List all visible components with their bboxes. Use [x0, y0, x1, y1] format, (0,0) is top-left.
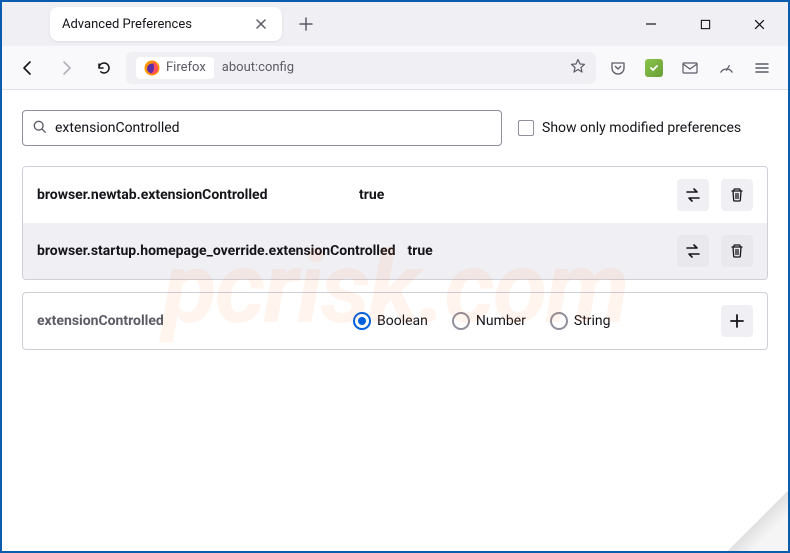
search-input[interactable]: [55, 120, 491, 136]
search-row: Show only modified preferences: [22, 110, 768, 146]
bookmark-star-icon[interactable]: [570, 58, 586, 78]
pref-name: browser.startup.homepage_override.extens…: [37, 243, 395, 259]
pref-value: true: [359, 187, 665, 203]
radio-string[interactable]: String: [550, 312, 611, 330]
browser-tab[interactable]: Advanced Preferences: [50, 7, 282, 41]
extension-icon[interactable]: [638, 52, 670, 84]
minimize-button[interactable]: [628, 8, 674, 40]
page-curl: [728, 491, 788, 551]
pref-value: true: [407, 243, 665, 259]
new-tab-button[interactable]: [292, 10, 320, 38]
add-pref-name: extensionControlled: [37, 313, 337, 329]
content-area: Show only modified preferences browser.n…: [2, 90, 788, 370]
pref-row[interactable]: browser.startup.homepage_override.extens…: [23, 223, 767, 279]
close-tab-icon[interactable]: [252, 15, 270, 33]
identity-box[interactable]: Firefox: [136, 57, 214, 79]
radio-label: Number: [476, 313, 526, 329]
delete-button[interactable]: [721, 179, 753, 211]
pocket-icon[interactable]: [602, 52, 634, 84]
close-window-button[interactable]: [736, 8, 782, 40]
checkbox-icon: [518, 120, 534, 136]
radio-boolean[interactable]: Boolean: [353, 312, 428, 330]
checkbox-label: Show only modified preferences: [542, 120, 741, 136]
radio-icon: [353, 312, 371, 330]
forward-button[interactable]: [50, 52, 82, 84]
toggle-button[interactable]: [677, 179, 709, 211]
prefs-table: browser.newtab.extensionControlled true …: [22, 166, 768, 280]
add-button[interactable]: [721, 305, 753, 337]
search-box[interactable]: [22, 110, 502, 146]
titlebar: Advanced Preferences: [2, 2, 788, 46]
modified-only-checkbox[interactable]: Show only modified preferences: [518, 120, 741, 136]
identity-label: Firefox: [166, 60, 206, 75]
add-pref-row: extensionControlled Boolean Number Strin…: [23, 293, 767, 349]
search-icon: [33, 119, 47, 138]
radio-number[interactable]: Number: [452, 312, 526, 330]
radio-icon: [550, 312, 568, 330]
pref-name: browser.newtab.extensionControlled: [37, 187, 347, 203]
tab-title: Advanced Preferences: [62, 17, 252, 32]
maximize-button[interactable]: [682, 8, 728, 40]
toolbar-right: [602, 52, 778, 84]
window-controls: [628, 8, 782, 40]
toggle-button[interactable]: [677, 235, 709, 267]
dashboard-icon[interactable]: [710, 52, 742, 84]
delete-button[interactable]: [721, 235, 753, 267]
add-pref-container: extensionControlled Boolean Number Strin…: [22, 292, 768, 350]
firefox-logo-icon: [144, 60, 160, 76]
mail-icon[interactable]: [674, 52, 706, 84]
radio-icon: [452, 312, 470, 330]
reload-button[interactable]: [88, 52, 120, 84]
menu-button[interactable]: [746, 52, 778, 84]
url-bar[interactable]: Firefox about:config: [126, 52, 596, 84]
nav-toolbar: Firefox about:config: [2, 46, 788, 90]
radio-label: String: [574, 313, 611, 329]
url-text: about:config: [222, 60, 562, 75]
radio-label: Boolean: [377, 313, 428, 329]
pref-row[interactable]: browser.newtab.extensionControlled true: [23, 167, 767, 223]
type-radio-group: Boolean Number String: [353, 312, 705, 330]
back-button[interactable]: [12, 52, 44, 84]
